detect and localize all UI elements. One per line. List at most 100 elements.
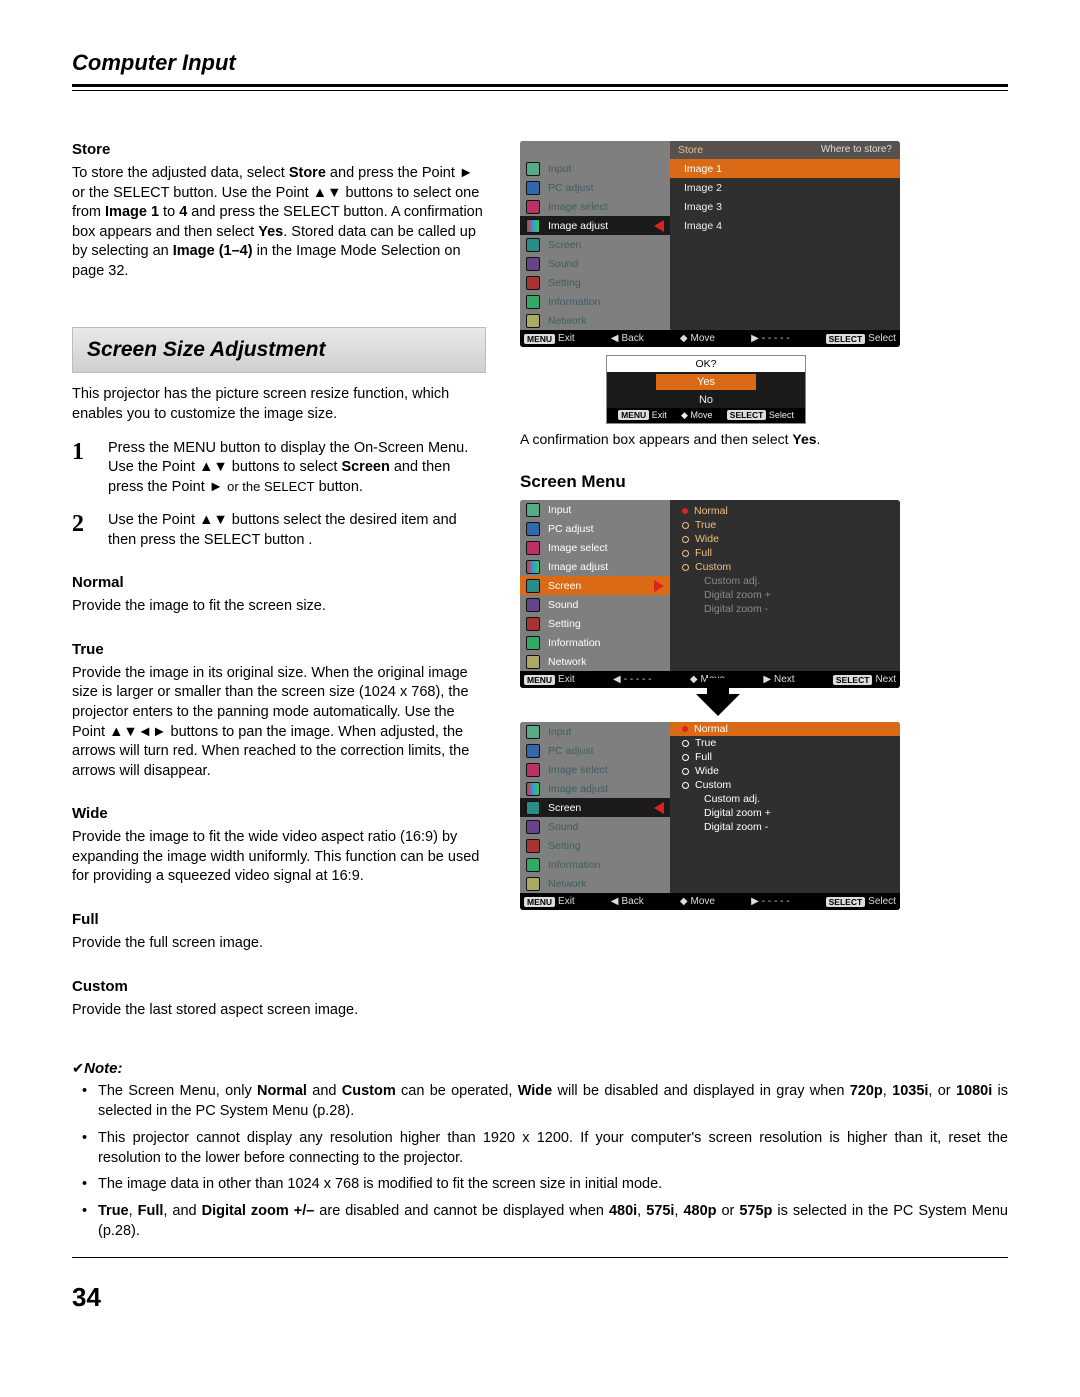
opt: Full [695,547,712,559]
foot-label: Back [622,333,644,344]
sound-icon [526,598,540,612]
t: The Screen Menu, only [98,1083,257,1099]
t: To store the adjusted data, select [72,165,289,181]
foot-label: Move [690,410,712,420]
t: can be operated, [396,1083,518,1099]
menu-item: Screen [548,239,581,251]
t: 480i [609,1203,637,1219]
foot-label: Exit [652,410,667,420]
network-icon [526,655,540,669]
screen-menu-heading: Screen Menu [520,472,1008,492]
dot-icon [682,508,688,514]
image-adjust-icon [526,219,540,233]
t: A confirmation box appears and then sele… [520,431,792,447]
down-arrow-icon [696,694,740,716]
screen-icon [526,801,540,815]
setting-icon [526,617,540,631]
menu-item: Sound [548,599,578,611]
menu-item: Image adjust [548,220,608,232]
step-1: 1 Press the MENU button to display the O… [72,439,486,498]
network-icon [526,314,540,328]
def-normal-b: Provide the image to fit the screen size… [72,597,486,617]
opt: Custom [695,561,731,573]
pc-adjust-icon [526,181,540,195]
foot-label: Select [868,333,896,344]
menu-item: Input [548,163,571,175]
input-icon [526,162,540,176]
foot-label: Next [875,674,896,685]
menu-item: Setting [548,618,581,630]
t: , [129,1203,138,1219]
t: to [159,204,179,220]
menu-item: Sound [548,258,578,270]
def-full-h: Full [72,911,486,928]
t: . [817,431,821,447]
menu-item: PC adjust [548,182,594,194]
pc-adjust-icon [526,522,540,536]
opt: Digital zoom + [704,589,771,601]
list-item: Image 2 [684,182,722,194]
osd-screen-bottom: Input PC adjust Image select Image adjus… [520,722,900,910]
select-key: SELECT [727,410,767,420]
t: Normal [257,1083,307,1099]
t: Image (1–4) [173,243,253,259]
t: Digital zoom +/– [202,1203,315,1219]
def-full-b: Provide the full screen image. [72,934,486,954]
osd-right-pane: Normal True Full Wide Custom Custom adj.… [670,722,900,893]
osd-left-menu: Input PC adjust Image select Image adjus… [520,722,670,893]
t: 1080i [956,1083,992,1099]
confirm-yes: Yes [656,374,756,390]
image-select-icon [526,763,540,777]
osd-screen-top: Input PC adjust Image select Image adjus… [520,500,900,688]
t: 575p [739,1203,772,1219]
osd-left-menu: Input PC adjust Image select Image adjus… [520,159,670,330]
screen-icon [526,238,540,252]
image-adjust-icon [526,560,540,574]
opt: True [695,737,716,749]
pc-adjust-icon [526,744,540,758]
page-header: Computer Input [72,50,1008,76]
t: will be disabled and displayed in gray w… [552,1083,850,1099]
t: 575i [646,1203,674,1219]
note-item: The image data in other than 1024 x 768 … [98,1174,1008,1194]
section-bar: Screen Size Adjustment [72,327,486,373]
def-wide-h: Wide [72,805,486,822]
t: , or [928,1083,956,1099]
t: 480p [683,1203,716,1219]
t: Yes [792,431,816,447]
foot-label: Next [774,674,795,685]
t: , [637,1203,646,1219]
osd-store-subtitle: Where to store? [821,144,892,156]
menu-key: MENU [524,897,555,907]
t: are disabled and cannot be displayed whe… [314,1203,609,1219]
step-body: Use the Point ▲▼ buttons select the desi… [108,511,486,550]
menu-item: Network [548,878,587,890]
opt: Normal [694,505,728,517]
t: Store [289,165,326,181]
foot-label: - - - - - [624,674,652,685]
ring-icon [682,754,689,761]
foot-label: - - - - - [762,896,790,907]
store-paragraph: To store the adjusted data, select Store… [72,164,486,281]
t: Custom [342,1083,396,1099]
menu-item: Image select [548,201,608,213]
image-select-icon [526,541,540,555]
confirm-no: No [607,392,805,408]
osd-footer: MENUExit ◀ Back ◆ Move ▶ - - - - - SELEC… [520,330,900,347]
menu-item: Setting [548,840,581,852]
setting-icon [526,839,540,853]
step-2: 2 Use the Point ▲▼ buttons select the de… [72,511,486,550]
list-item: Image 3 [684,201,722,213]
info-icon [526,636,540,650]
opt: Custom adj. [704,575,760,587]
menu-item: Network [548,656,587,668]
image-select-icon [526,200,540,214]
hr-thin [72,90,1008,91]
menu-item: Image adjust [548,783,608,795]
t: , [883,1083,892,1099]
select-key: SELECT [826,334,866,344]
menu-item: Image select [548,764,608,776]
hr-foot [72,1257,1008,1258]
menu-key: MENU [524,675,555,685]
confirm-dialog: OK? Yes No MENU Exit ◆ Move SELECT Selec… [606,355,806,424]
